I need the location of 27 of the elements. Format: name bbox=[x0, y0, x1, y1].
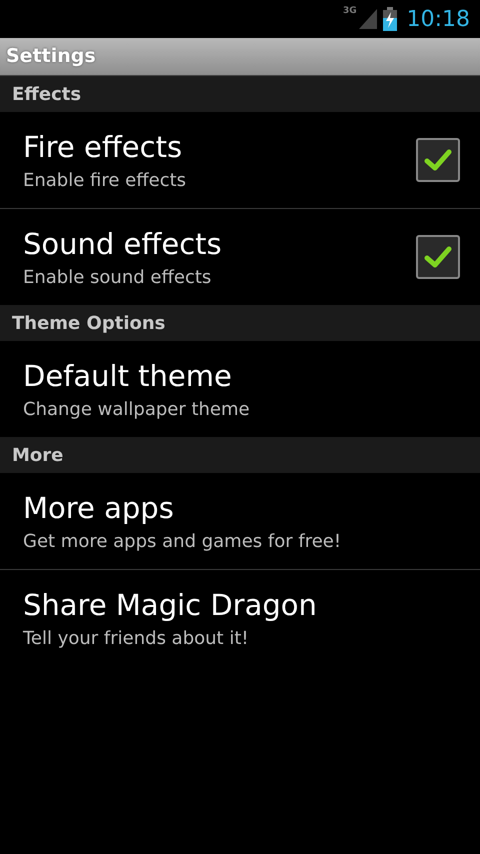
section-header: Theme Options bbox=[12, 312, 166, 334]
preference-title: Fire effects bbox=[23, 130, 182, 164]
preference-summary: Change wallpaper theme bbox=[23, 398, 250, 420]
preference-title: Default theme bbox=[23, 358, 232, 392]
preference-summary: Get more apps and games for free! bbox=[23, 530, 342, 552]
checkbox[interactable] bbox=[416, 235, 460, 279]
checkmark-icon bbox=[424, 148, 452, 172]
preference-summary: Enable sound effects bbox=[23, 266, 212, 288]
preference-title: Sound effects bbox=[23, 226, 222, 260]
preference-item[interactable]: Share Magic Dragon Tell your friends about it! bbox=[0, 570, 480, 666]
preference-title: Share Magic Dragon bbox=[23, 588, 317, 622]
preference-summary: Tell your friends about it! bbox=[23, 628, 249, 648]
network-type-label: 3G bbox=[342, 6, 357, 16]
signal-icon bbox=[358, 9, 377, 29]
preference-item[interactable]: Default theme Change wallpaper theme bbox=[0, 341, 480, 437]
preference-title: More apps bbox=[23, 490, 174, 524]
section-header: More bbox=[12, 444, 64, 466]
preference-summary: Enable fire effects bbox=[23, 170, 186, 190]
checkbox[interactable] bbox=[416, 138, 460, 182]
screen-title: Settings bbox=[5, 44, 96, 69]
battery-icon bbox=[382, 7, 397, 31]
section-header: Effects bbox=[12, 84, 82, 104]
preference-item[interactable]: Fire effects Enable fire effects bbox=[0, 112, 480, 209]
preference-item[interactable]: Sound effects Enable sound effects bbox=[0, 209, 480, 305]
checkmark-icon bbox=[424, 245, 452, 269]
clock-time: 10:18 bbox=[406, 6, 470, 32]
preference-item[interactable]: More apps Get more apps and games for free! bbox=[0, 473, 480, 570]
